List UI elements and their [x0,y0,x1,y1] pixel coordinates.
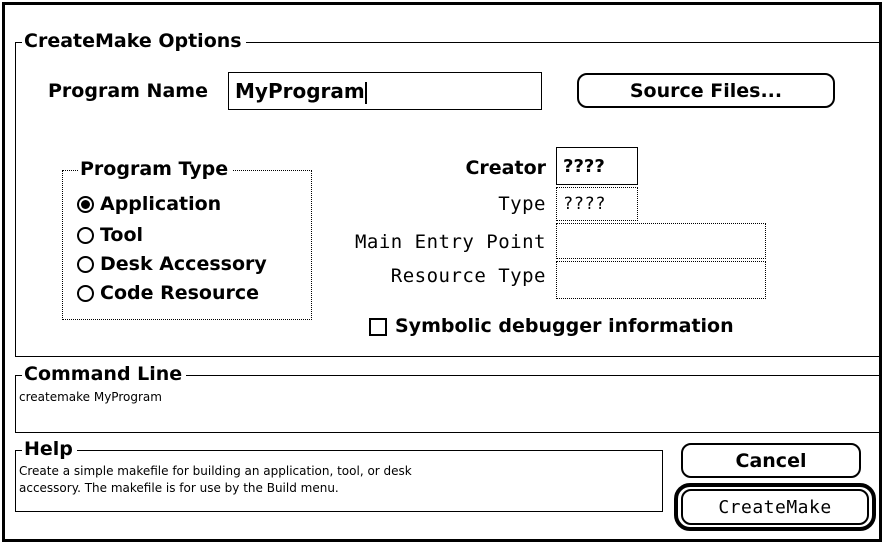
type-value: ???? [563,194,606,214]
creator-label: Creator [465,157,546,179]
options-group-legend: CreateMake Options [22,30,246,52]
creator-input[interactable]: ???? [556,147,638,185]
help-text-line1: Create a simple makefile for building an… [19,464,412,478]
radio-label-tool[interactable]: Tool [100,224,143,246]
radio-label-application[interactable]: Application [100,193,221,215]
radio-button-tool[interactable] [77,227,94,244]
resource-type-label: Resource Type [390,265,546,287]
help-legend: Help [22,438,77,460]
program-name-label: Program Name [48,80,208,102]
main-entry-point-input[interactable] [556,223,766,259]
main-entry-point-label: Main Entry Point [354,231,546,253]
help-text-line2: accessory. The makefile is for use by th… [19,481,339,495]
createmake-button[interactable]: CreateMake [681,489,869,525]
source-files-button[interactable]: Source Files... [577,73,835,108]
command-line-text[interactable]: createmake MyProgram [19,389,162,405]
program-name-input[interactable]: MyProgram [228,72,542,110]
type-input[interactable]: ???? [556,187,638,221]
radio-button-desk-accessory[interactable] [77,256,94,273]
type-label: Type [498,193,546,215]
radio-label-code-resource[interactable]: Code Resource [100,282,259,304]
symbolic-debugger-label[interactable]: Symbolic debugger information [395,315,734,337]
resource-type-input[interactable] [556,261,766,299]
program-name-value: MyProgram [235,79,365,103]
createmake-button-label: CreateMake [718,496,832,518]
program-type-legend: Program Type [78,158,233,180]
command-line-legend: Command Line [22,363,187,385]
cancel-button[interactable]: Cancel [681,443,861,478]
symbolic-debugger-checkbox[interactable] [369,318,387,336]
radio-label-desk-accessory[interactable]: Desk Accessory [100,253,267,275]
creator-value: ???? [563,156,605,177]
radio-button-application[interactable] [77,196,94,213]
radio-button-code-resource[interactable] [77,285,94,302]
